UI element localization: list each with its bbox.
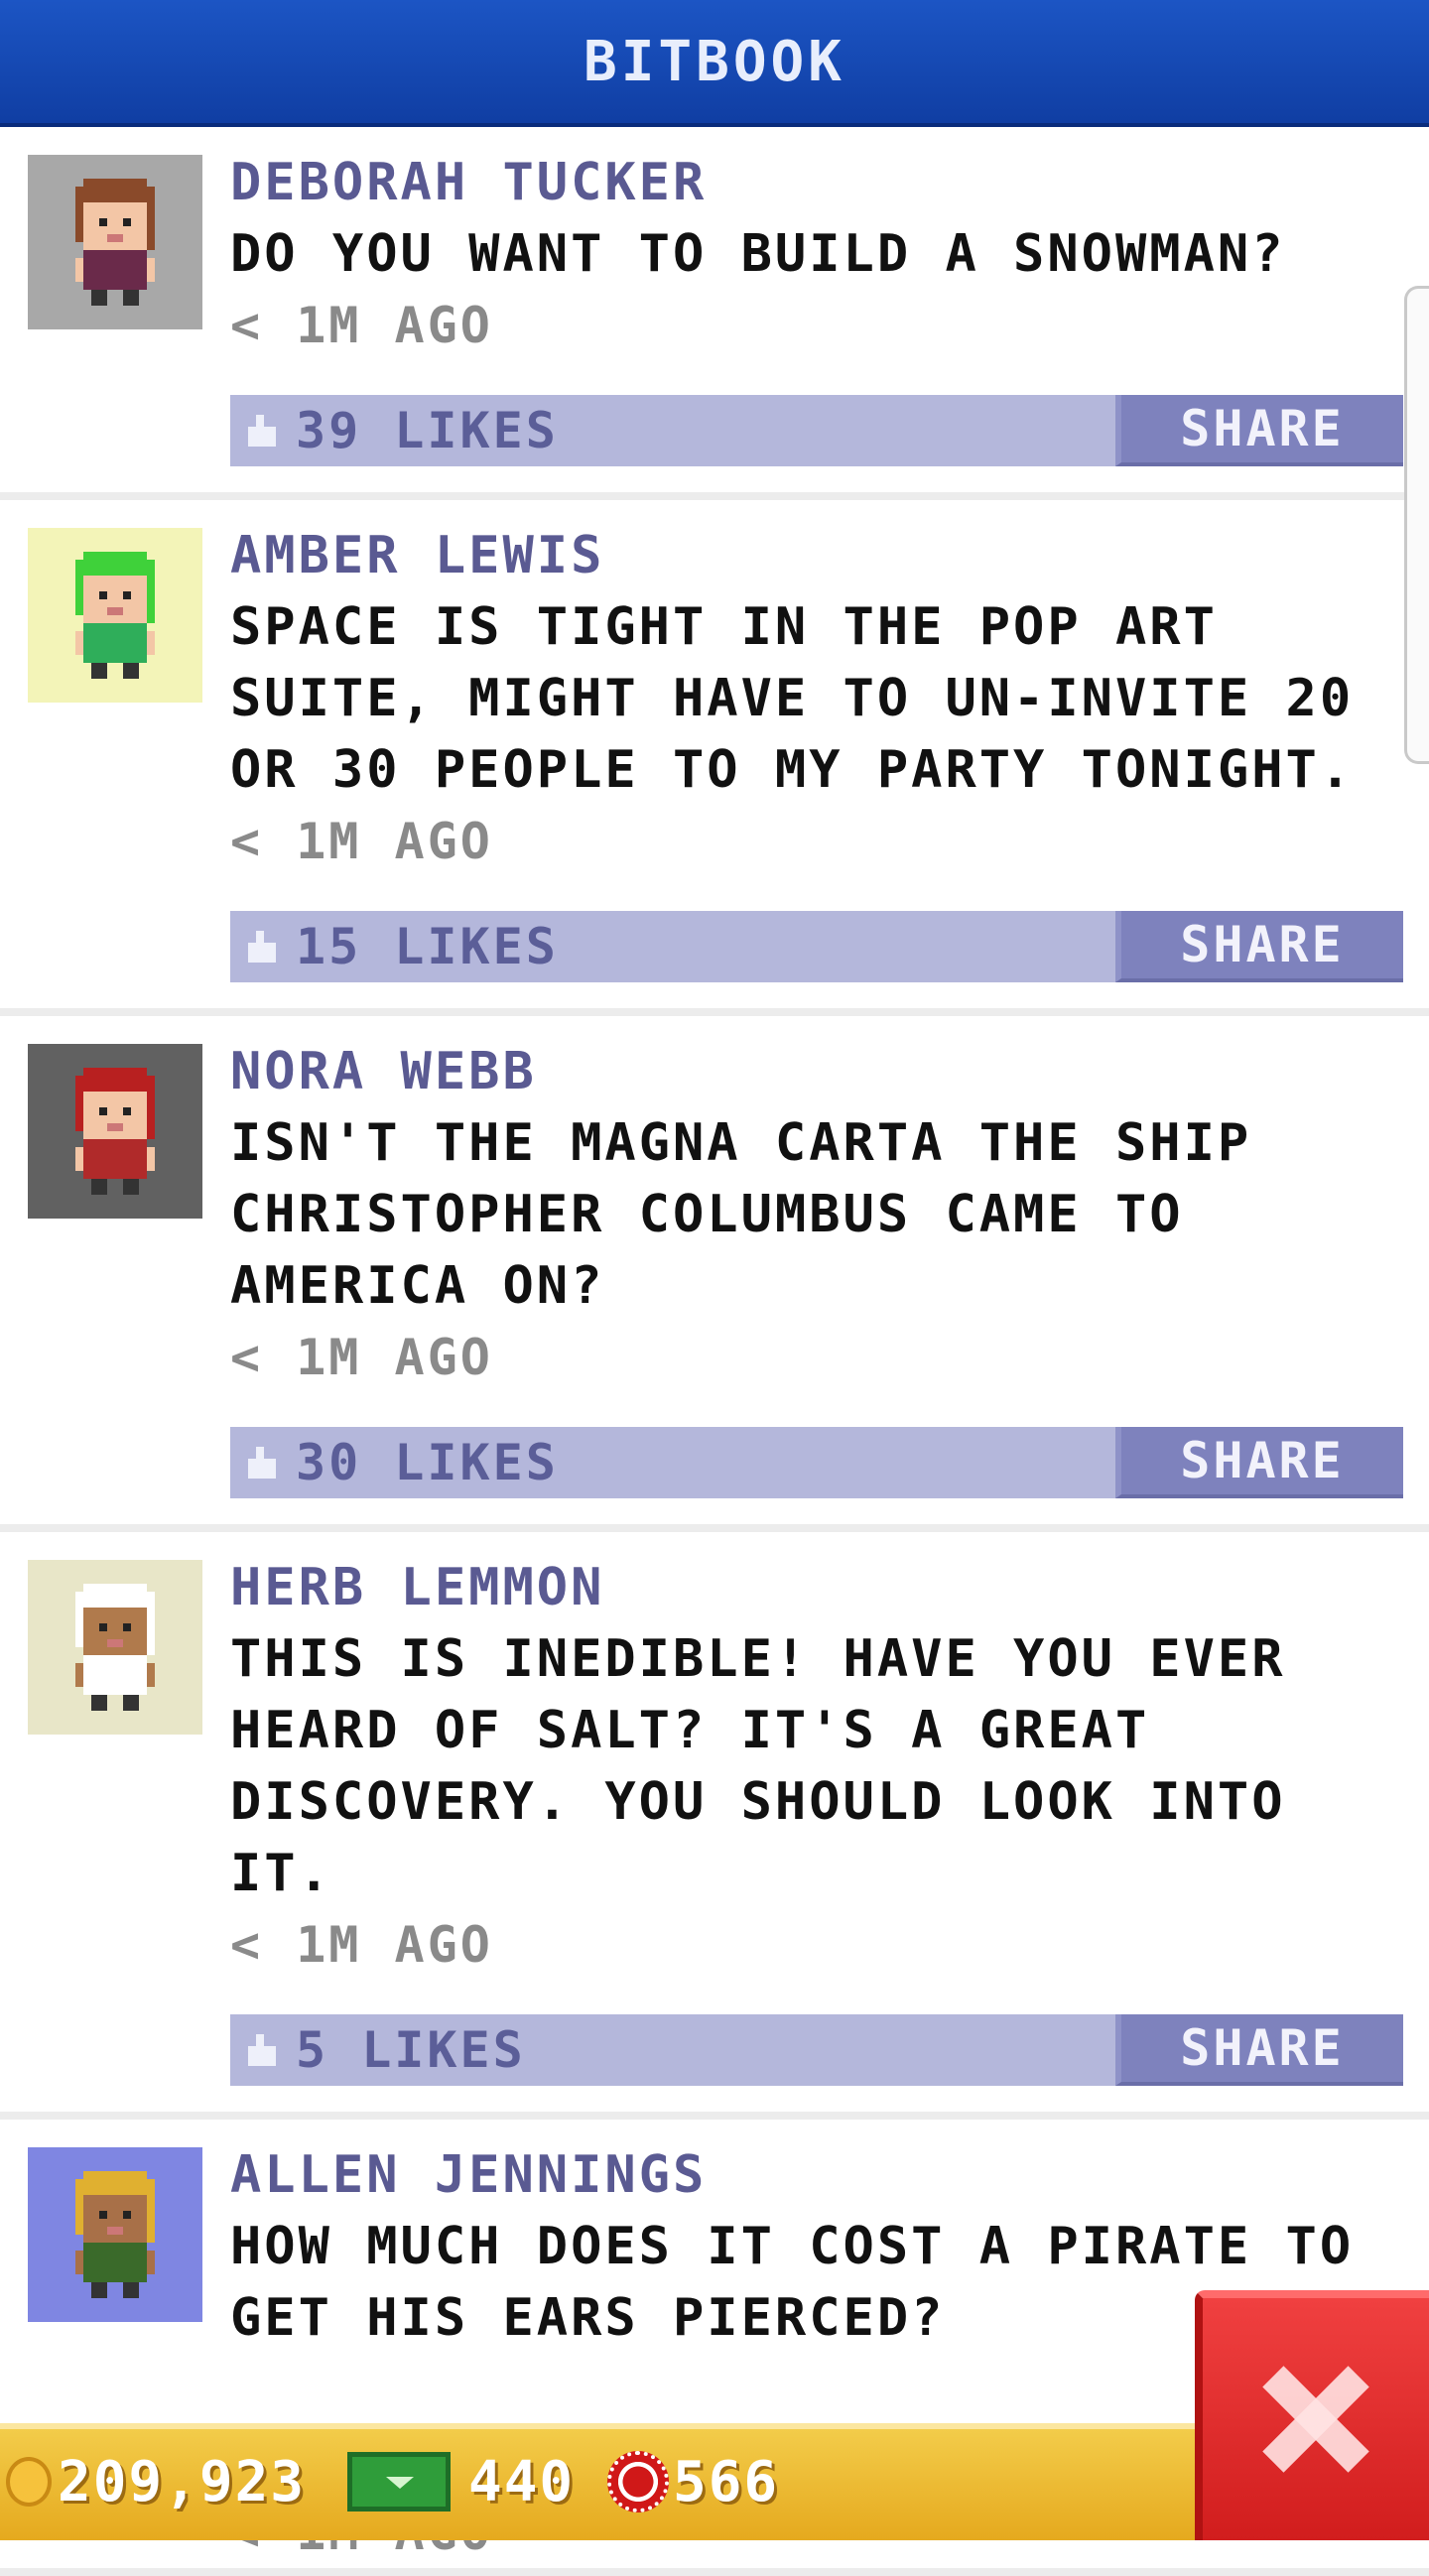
post-text: ISN'T THE MAGNA CARTA THE SHIP CHRISTOPH…: [230, 1113, 1252, 1316]
like-bar[interactable]: 15 LIKES SHARE: [230, 911, 1403, 982]
post-item: DEBORAH TUCKER DO YOU WANT TO BUILD A SNO…: [0, 127, 1429, 500]
coin-balance: 209,923: [6, 2447, 306, 2516]
like-count: 30 LIKES: [296, 1434, 559, 1491]
post-item: HERB LEMMON THIS IS INEDIBLE! HAVE YOU EV…: [0, 1532, 1429, 2120]
post-timestamp: < 1M AGO: [230, 1329, 493, 1386]
post-item: AMBER LEWIS SPACE IS TIGHT IN THE POP ART…: [0, 500, 1429, 1016]
coin-icon: [6, 2457, 52, 2507]
post-author[interactable]: NORA WEBB: [230, 1036, 1409, 1107]
coin-amount: 209,923: [58, 2449, 307, 2514]
thumbs-up-icon[interactable]: [244, 2034, 284, 2066]
avatar-figure-icon: [75, 2171, 155, 2298]
post-feed[interactable]: DEBORAH TUCKER DO YOU WANT TO BUILD A SNO…: [0, 127, 1429, 2576]
avatar-figure-icon: [75, 1584, 155, 1711]
share-button[interactable]: SHARE: [1115, 395, 1403, 466]
post-timestamp: < 1M AGO: [230, 1916, 493, 1974]
avatar[interactable]: [28, 1044, 202, 1219]
bux-amount: 440: [468, 2449, 576, 2514]
avatar-figure-icon: [75, 552, 155, 679]
post-author[interactable]: ALLEN JENNINGS: [230, 2139, 1409, 2211]
like-bar[interactable]: 5 LIKES SHARE: [230, 2014, 1403, 2086]
post-author[interactable]: AMBER LEWIS: [230, 520, 1409, 591]
share-button[interactable]: SHARE: [1115, 2014, 1403, 2086]
post-timestamp: < 1M AGO: [230, 813, 493, 870]
avatar[interactable]: [28, 1560, 202, 1735]
chip-balance: 566: [607, 2447, 779, 2516]
avatar-figure-icon: [75, 1068, 155, 1195]
close-icon: [1261, 2365, 1370, 2474]
like-count: 15 LIKES: [296, 918, 559, 975]
app-header: BITBOOK: [0, 0, 1429, 127]
like-bar[interactable]: 30 LIKES SHARE: [230, 1427, 1403, 1498]
post-text: DO YOU WANT TO BUILD A SNOWMAN?: [230, 224, 1286, 284]
thumbs-up-icon[interactable]: [244, 415, 284, 447]
chip-icon: [607, 2451, 669, 2512]
like-count: 39 LIKES: [296, 402, 559, 459]
thumbs-up-icon[interactable]: [244, 931, 284, 963]
bux-icon: [347, 2452, 451, 2512]
post-author[interactable]: HERB LEMMON: [230, 1552, 1409, 1623]
avatar[interactable]: [28, 2147, 202, 2322]
like-count: 5 LIKES: [296, 2021, 526, 2079]
post-text: SPACE IS TIGHT IN THE POP ART SUITE, MIG…: [230, 597, 1355, 800]
like-bar[interactable]: 39 LIKES SHARE: [230, 395, 1403, 466]
close-button[interactable]: [1195, 2290, 1429, 2540]
share-button[interactable]: SHARE: [1115, 911, 1403, 982]
bux-balance: 440: [347, 2447, 575, 2516]
thumbs-up-icon[interactable]: [244, 1447, 284, 1479]
avatar[interactable]: [28, 528, 202, 703]
share-button[interactable]: SHARE: [1115, 1427, 1403, 1498]
post-timestamp: < 1M AGO: [230, 297, 493, 354]
chip-amount: 566: [673, 2449, 780, 2514]
post-author[interactable]: DEBORAH TUCKER: [230, 147, 1409, 218]
post-text: THIS IS INEDIBLE! HAVE YOU EVER HEARD OF…: [230, 1629, 1286, 1903]
page-title: BITBOOK: [583, 29, 845, 94]
post-item: NORA WEBB ISN'T THE MAGNA CARTA THE SHIP …: [0, 1016, 1429, 1532]
scroll-handle[interactable]: [1404, 286, 1429, 764]
avatar-figure-icon: [75, 179, 155, 306]
avatar[interactable]: [28, 155, 202, 329]
